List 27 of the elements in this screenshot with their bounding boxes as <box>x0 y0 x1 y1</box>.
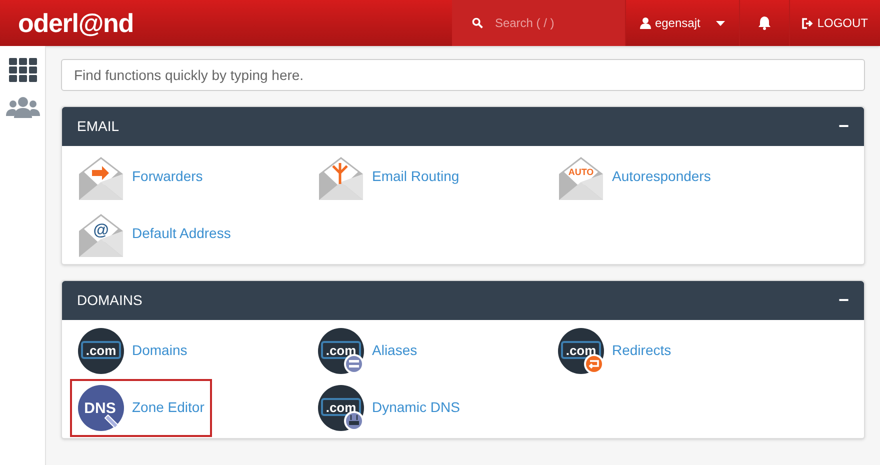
search-input[interactable]: Search ( / ) <box>494 14 605 32</box>
feature-link[interactable]: DNS Zone Editor <box>70 378 212 436</box>
users-icon[interactable] <box>6 96 40 120</box>
domain-icon: .com <box>318 384 364 430</box>
logout-icon <box>802 18 814 28</box>
dns-icon: DNS <box>78 384 124 430</box>
domain-icon: .com <box>318 328 364 374</box>
feature-link[interactable]: @ Default Address <box>70 204 239 262</box>
user-menu[interactable]: egensajt <box>624 0 740 46</box>
domain-icon: .com <box>558 328 604 374</box>
feature-link[interactable]: .com Aliases <box>310 322 426 380</box>
user-icon <box>640 17 651 29</box>
panel-header[interactable]: EMAIL − <box>62 107 864 146</box>
feature-link[interactable]: .com Domains <box>70 322 196 380</box>
feature-link[interactable]: .com Dynamic DNS <box>310 378 468 436</box>
panel-header[interactable]: DOMAINS − <box>62 281 864 320</box>
bell-icon <box>758 16 772 30</box>
search-icon <box>472 16 483 30</box>
grid-icon[interactable] <box>8 58 36 82</box>
feature-link[interactable]: .com Redirects <box>550 322 680 380</box>
collapse-toggle[interactable]: − <box>838 113 849 140</box>
search-field[interactable]: Find functions quickly by typing here. <box>61 59 865 91</box>
caret-icon <box>716 20 726 26</box>
logo[interactable]: oderl@nd <box>18 4 134 42</box>
collapse-toggle[interactable]: − <box>838 287 849 314</box>
logout-button[interactable]: LOGOUT <box>789 0 880 46</box>
domain-icon: .com <box>78 328 124 374</box>
